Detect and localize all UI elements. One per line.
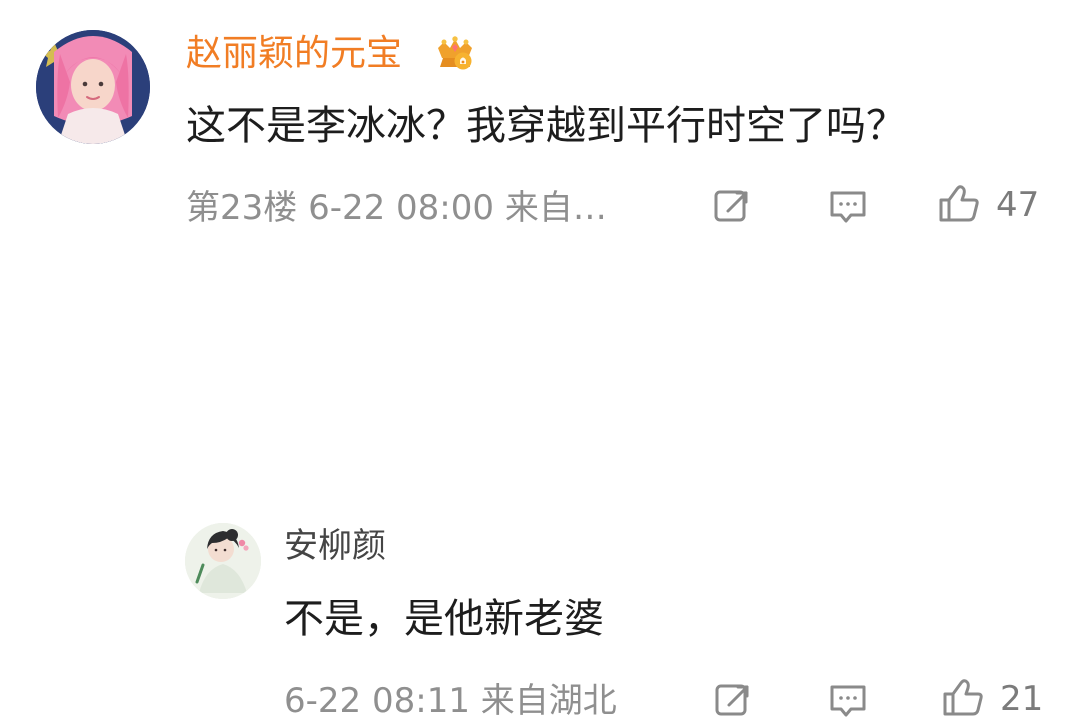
comment-button[interactable] [826,184,870,228]
comment-icon [830,191,866,223]
share-icon [714,190,748,222]
share-button[interactable] [711,184,755,228]
thumbs-up-icon [940,673,988,725]
comment-text: 这不是李冰冰？我穿越到平行时空了吗？ [186,103,906,149]
reply-avatar[interactable] [185,523,261,599]
share-icon [715,684,749,716]
reply-share-button[interactable] [712,678,756,722]
main-comment: 赵丽颖的元宝 这不是李冰冰？我穿越到平行时空了吗？ 第23楼 6-22 08:0… [0,0,1080,240]
thumbs-up-icon [936,179,984,231]
like-count: 47 [996,185,1040,225]
avatar[interactable] [36,30,150,144]
reply-meta: 6-22 08:11 来自湖北 [284,681,617,721]
reply-like-count: 21 [1000,679,1044,719]
reply-text: 不是，是他新老婆 [284,596,604,642]
comment-meta: 第23楼 6-22 08:00 来自… [186,188,607,228]
comment-icon [830,685,866,717]
reply-username[interactable]: 安柳颜 [284,521,386,571]
reply-comment-button[interactable] [826,678,870,722]
username[interactable]: 赵丽颖的元宝 [186,27,402,81]
reply-comment: 安柳颜 不是，是他新老婆 6-22 08:11 来自湖北 21 [0,255,1080,721]
crown-icon [432,31,478,77]
like-button[interactable]: 47 [936,181,1039,229]
reply-like-button[interactable]: 21 [940,675,1043,723]
